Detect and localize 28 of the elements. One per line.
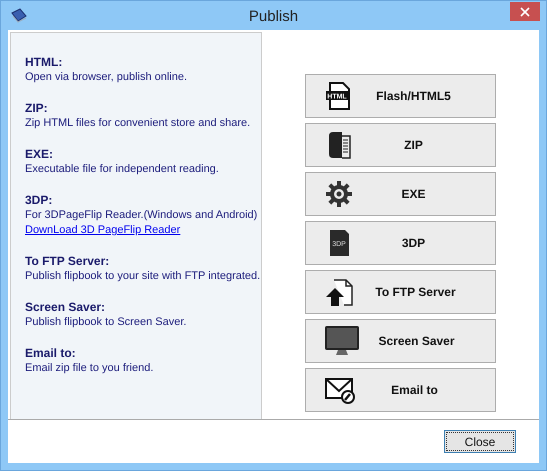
close-button[interactable]: [510, 2, 540, 21]
download-link[interactable]: DownLoad 3D PageFlip Reader: [25, 223, 261, 238]
close-icon: [520, 6, 530, 16]
section-description: Publish flipbook to your site with FTP integrated.: [25, 269, 261, 284]
gear-icon: [324, 179, 354, 209]
envelope-icon: [324, 375, 356, 405]
section-title: Screen Saver:: [25, 299, 106, 315]
close-button[interactable]: Close: [444, 430, 516, 453]
section-description: Publish flipbook to Screen Saver.: [25, 315, 188, 330]
publish-button[interactable]: EXE: [305, 172, 496, 216]
section-title: HTML:: [25, 54, 64, 70]
publish-button[interactable]: Email to: [305, 368, 496, 412]
section-description: For 3DPageFlip Reader.(Windows and Android): [25, 208, 258, 223]
publish-button[interactable]: Screen Saver: [305, 319, 496, 363]
section-title: ZIP:: [25, 100, 49, 116]
section-description: Email zip file to you friend.: [25, 361, 154, 376]
publish-button[interactable]: ZIP: [305, 123, 496, 167]
monitor-icon: [324, 325, 360, 357]
section-description: Executable file for independent reading.: [25, 162, 220, 177]
section-title: 3DP:: [25, 192, 54, 208]
section-description: Zip HTML files for convenient store and share.: [25, 116, 252, 131]
window-title: Publish: [248, 8, 298, 25]
section-title: Email to:: [25, 345, 77, 361]
section-title: EXE:: [25, 146, 54, 162]
section-title: To FTP Server:: [25, 253, 110, 269]
section-description: Open via browser, publish online.: [25, 70, 188, 85]
book-icon: [10, 8, 28, 24]
publish-button[interactable]: To FTP Server: [305, 270, 496, 314]
